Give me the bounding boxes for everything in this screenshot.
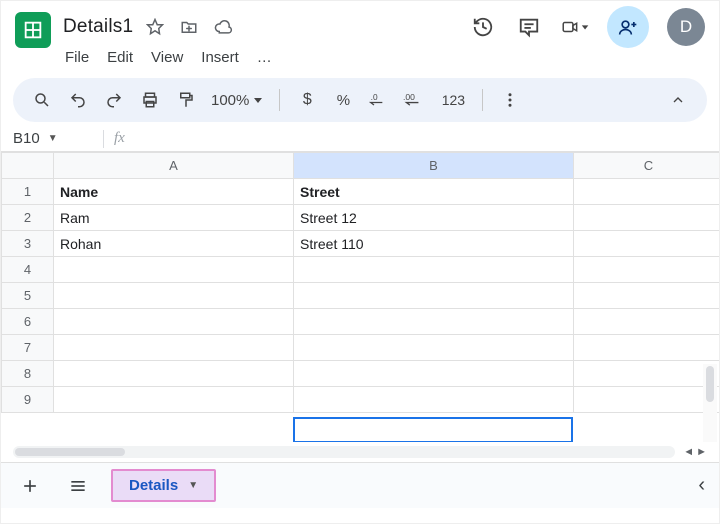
row-header[interactable]: 1 bbox=[2, 179, 54, 205]
decrease-decimal-button[interactable]: .0 bbox=[364, 85, 394, 115]
row-header[interactable]: 2 bbox=[2, 205, 54, 231]
cell[interactable]: Name bbox=[54, 179, 294, 205]
active-cell-outline bbox=[293, 417, 573, 442]
cell[interactable] bbox=[574, 205, 720, 231]
cell[interactable]: Street bbox=[294, 179, 574, 205]
cell[interactable] bbox=[294, 335, 574, 361]
undo-icon[interactable] bbox=[63, 85, 93, 115]
cell[interactable] bbox=[574, 179, 720, 205]
number-format-button[interactable]: 123 bbox=[436, 85, 470, 115]
cell[interactable] bbox=[574, 257, 720, 283]
formula-bar-label: fx bbox=[114, 130, 125, 147]
cloud-status-icon[interactable] bbox=[213, 17, 233, 37]
row-header[interactable]: 3 bbox=[2, 231, 54, 257]
cell[interactable] bbox=[54, 257, 294, 283]
cell[interactable]: Ram bbox=[54, 205, 294, 231]
spreadsheet-grid[interactable]: A B C 1 Name Street 2 Ram Street 12 3 Ro… bbox=[1, 152, 719, 442]
sheet-tab-details[interactable]: Details ▼ bbox=[111, 469, 216, 502]
cell[interactable] bbox=[294, 309, 574, 335]
zoom-selector[interactable]: 100% bbox=[207, 92, 267, 109]
cell[interactable] bbox=[294, 257, 574, 283]
add-sheet-button[interactable] bbox=[15, 471, 45, 501]
cell[interactable] bbox=[54, 387, 294, 413]
cell[interactable]: Rohan bbox=[54, 231, 294, 257]
meet-icon[interactable] bbox=[561, 13, 589, 41]
svg-text:.00: .00 bbox=[403, 92, 415, 102]
row-header[interactable]: 5 bbox=[2, 283, 54, 309]
scroll-arrows[interactable]: ◄► bbox=[683, 446, 707, 458]
search-icon[interactable] bbox=[27, 85, 57, 115]
row-header[interactable]: 7 bbox=[2, 335, 54, 361]
history-icon[interactable] bbox=[469, 13, 497, 41]
redo-icon[interactable] bbox=[99, 85, 129, 115]
cell[interactable] bbox=[294, 387, 574, 413]
cell[interactable]: Street 12 bbox=[294, 205, 574, 231]
row-header[interactable]: 4 bbox=[2, 257, 54, 283]
document-title[interactable]: Details1 bbox=[63, 16, 133, 38]
cell[interactable] bbox=[54, 335, 294, 361]
select-all-corner[interactable] bbox=[2, 153, 54, 179]
toolbar: 100% $ % .0 .00 123 bbox=[13, 78, 707, 122]
name-box[interactable]: B10 ▼ bbox=[13, 130, 93, 147]
sheet-tab-menu-icon[interactable]: ▼ bbox=[188, 480, 198, 491]
cell[interactable] bbox=[574, 361, 720, 387]
increase-decimal-button[interactable]: .00 bbox=[400, 85, 430, 115]
currency-format-button[interactable]: $ bbox=[292, 85, 322, 115]
svg-text:.0: .0 bbox=[371, 92, 378, 102]
cell[interactable] bbox=[294, 283, 574, 309]
toolbar-more-icon[interactable] bbox=[495, 85, 525, 115]
all-sheets-button[interactable] bbox=[63, 471, 93, 501]
cell[interactable] bbox=[54, 283, 294, 309]
menu-bar: File Edit View Insert … bbox=[1, 47, 719, 72]
menu-file[interactable]: File bbox=[65, 49, 89, 66]
move-icon[interactable] bbox=[179, 17, 199, 37]
row-header[interactable]: 8 bbox=[2, 361, 54, 387]
vertical-scrollbar[interactable] bbox=[703, 364, 717, 442]
cell[interactable] bbox=[54, 309, 294, 335]
star-icon[interactable] bbox=[145, 17, 165, 37]
menu-more[interactable]: … bbox=[257, 49, 272, 66]
collapse-toolbar-icon[interactable] bbox=[663, 85, 693, 115]
menu-edit[interactable]: Edit bbox=[107, 49, 133, 66]
cell[interactable] bbox=[54, 361, 294, 387]
col-header-b[interactable]: B bbox=[294, 153, 574, 179]
cell[interactable] bbox=[574, 387, 720, 413]
cell[interactable] bbox=[294, 361, 574, 387]
cell[interactable] bbox=[574, 335, 720, 361]
col-header-a[interactable]: A bbox=[54, 153, 294, 179]
row-header[interactable]: 6 bbox=[2, 309, 54, 335]
menu-view[interactable]: View bbox=[151, 49, 183, 66]
account-avatar[interactable]: D bbox=[667, 8, 705, 46]
cell[interactable]: Street 110 bbox=[294, 231, 574, 257]
comments-icon[interactable] bbox=[515, 13, 543, 41]
share-button[interactable] bbox=[607, 6, 649, 48]
cell[interactable] bbox=[574, 309, 720, 335]
print-icon[interactable] bbox=[135, 85, 165, 115]
row-header[interactable]: 9 bbox=[2, 387, 54, 413]
col-header-c[interactable]: C bbox=[574, 153, 720, 179]
menu-insert[interactable]: Insert bbox=[201, 49, 239, 66]
tab-scroll-left-icon[interactable]: ‹ bbox=[698, 474, 705, 497]
cell[interactable] bbox=[574, 231, 720, 257]
cell[interactable] bbox=[574, 283, 720, 309]
paint-format-icon[interactable] bbox=[171, 85, 201, 115]
percent-format-button[interactable]: % bbox=[328, 85, 358, 115]
horizontal-scrollbar[interactable] bbox=[13, 446, 675, 458]
sheets-logo[interactable] bbox=[15, 12, 51, 48]
